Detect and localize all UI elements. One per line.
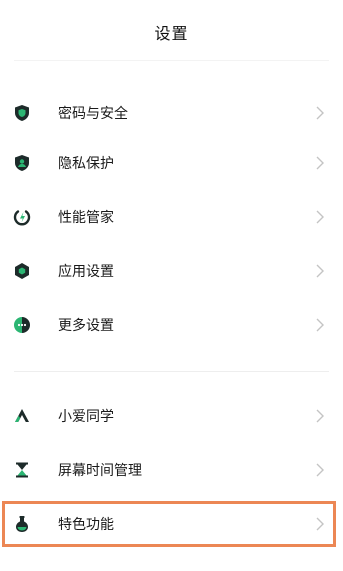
settings-item-password-security[interactable]: 密码与安全 xyxy=(0,86,343,140)
settings-item-label: 应用设置 xyxy=(58,264,114,280)
settings-item-xiaoai[interactable]: 小爱同学 xyxy=(0,389,343,443)
chevron-right-icon xyxy=(316,463,324,477)
chevron-right-icon xyxy=(316,409,324,423)
settings-item-label: 屏幕时间管理 xyxy=(58,463,142,479)
chevron-right-icon xyxy=(316,517,324,531)
settings-item-performance[interactable]: 性能管家 xyxy=(0,190,343,244)
settings-item-label: 性能管家 xyxy=(58,210,114,226)
chevron-right-icon xyxy=(316,156,324,170)
settings-item-label: 密码与安全 xyxy=(58,106,128,122)
more-settings-icon xyxy=(12,315,32,335)
settings-item-privacy[interactable]: 隐私保护 xyxy=(0,136,343,190)
chevron-right-icon xyxy=(316,106,324,120)
settings-screen: 设置 密码与安全 隐私保护 性能管家 应用设置 更多设置 小爱同学 屏幕时间管理… xyxy=(0,0,343,571)
shield-icon xyxy=(12,103,32,123)
app-settings-icon xyxy=(12,261,32,281)
xiaoai-icon xyxy=(12,406,32,426)
settings-item-more-settings[interactable]: 更多设置 xyxy=(0,298,343,352)
performance-icon xyxy=(12,207,32,227)
chevron-right-icon xyxy=(316,318,324,332)
page-title: 设置 xyxy=(154,24,189,43)
settings-item-label: 隐私保护 xyxy=(58,156,114,172)
settings-item-label: 更多设置 xyxy=(58,318,114,334)
group-divider xyxy=(14,371,329,372)
settings-item-special-features[interactable]: 特色功能 xyxy=(0,497,343,551)
flask-icon xyxy=(12,514,32,534)
chevron-right-icon xyxy=(316,210,324,224)
settings-item-label: 特色功能 xyxy=(58,517,114,533)
top-divider xyxy=(14,60,329,61)
privacy-icon xyxy=(12,153,32,173)
settings-item-screen-time[interactable]: 屏幕时间管理 xyxy=(0,443,343,497)
hourglass-icon xyxy=(12,460,32,480)
settings-item-label: 小爱同学 xyxy=(58,409,114,425)
settings-item-app-settings[interactable]: 应用设置 xyxy=(0,244,343,298)
chevron-right-icon xyxy=(316,264,324,278)
